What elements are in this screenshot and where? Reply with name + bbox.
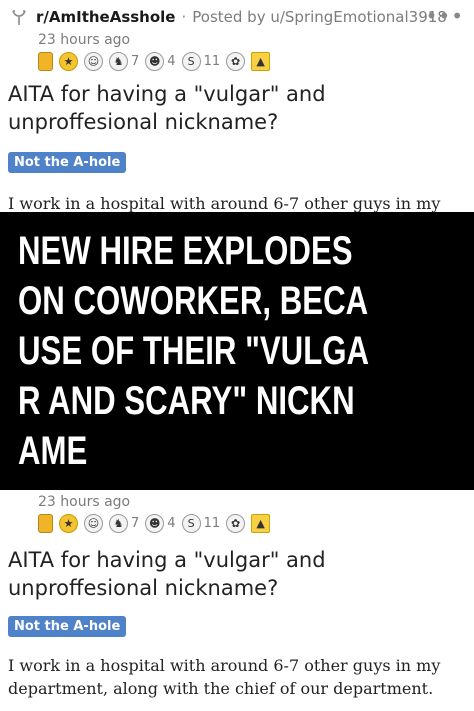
post-flair[interactable]: Not the A-hole (8, 152, 127, 173)
post-title[interactable]: AITA for having a "vulgar" and unproffes… (8, 80, 468, 136)
silver-award-icon: S (181, 514, 201, 533)
headline-banner: NEW HIRE EXPLODES ON COWORKER, BECAUSE O… (0, 212, 474, 490)
smile-award-icon: ☻ (145, 514, 165, 533)
triangle-award-icon: ▲ (251, 52, 271, 71)
award-count: 11 (203, 516, 221, 531)
post-title[interactable]: AITA for having a "vulgar" and unproffes… (8, 546, 468, 602)
meta-separator: · (181, 8, 187, 26)
triangle-award-icon: ▲ (251, 514, 271, 533)
silver-award-icon: S (181, 52, 201, 71)
awards-row[interactable]: ★ ☺ ♞ 7 ☻ 4 S 11 ✿ ▲ (38, 514, 271, 533)
subreddit-icon[interactable] (8, 6, 30, 28)
awards-row[interactable]: ★ ☺ ♞ 7 ☻ 4 S 11 ✿ ▲ (38, 52, 271, 71)
award-count: 7 (131, 54, 140, 69)
face-award-icon: ☺ (84, 52, 103, 71)
award-count: 4 (167, 54, 176, 69)
smile-award-icon: ☻ (145, 52, 165, 71)
dog-award-icon: ♞ (109, 514, 128, 533)
subreddit-link[interactable]: r/AmItheAsshole (36, 8, 175, 26)
lock-award-icon (38, 52, 53, 71)
lock-award-icon (38, 514, 53, 533)
post-meta: r/AmItheAsshole · Posted by u/SpringEmot… (8, 6, 447, 28)
posted-by-text[interactable]: Posted by u/SpringEmotional3918 (192, 8, 447, 26)
post-time: 23 hours ago (38, 32, 131, 48)
more-options-icon[interactable]: ••• (426, 4, 464, 28)
post-body: I work in a hospital with around 6-7 oth… (8, 194, 441, 212)
post-card-top: r/AmItheAsshole · Posted by u/SpringEmot… (0, 0, 474, 212)
wholesome-award-icon: ✿ (226, 514, 246, 533)
post-time: 23 hours ago (38, 494, 131, 510)
gold-award-icon: ★ (59, 514, 78, 533)
gold-award-icon: ★ (59, 52, 78, 71)
award-count: 11 (203, 54, 221, 69)
wholesome-award-icon: ✿ (226, 52, 246, 71)
face-award-icon: ☺ (84, 514, 103, 533)
post-card-bottom: 23 hours ago ★ ☺ ♞ 7 ☻ 4 S 11 ✿ ▲ AITA f… (0, 490, 474, 711)
headline-text: NEW HIRE EXPLODES ON COWORKER, BECAUSE O… (18, 229, 370, 473)
award-count: 4 (167, 516, 176, 531)
post-flair[interactable]: Not the A-hole (8, 616, 127, 637)
dog-award-icon: ♞ (109, 52, 128, 71)
award-count: 7 (131, 516, 140, 531)
post-body: I work in a hospital with around 6-7 oth… (8, 656, 441, 698)
